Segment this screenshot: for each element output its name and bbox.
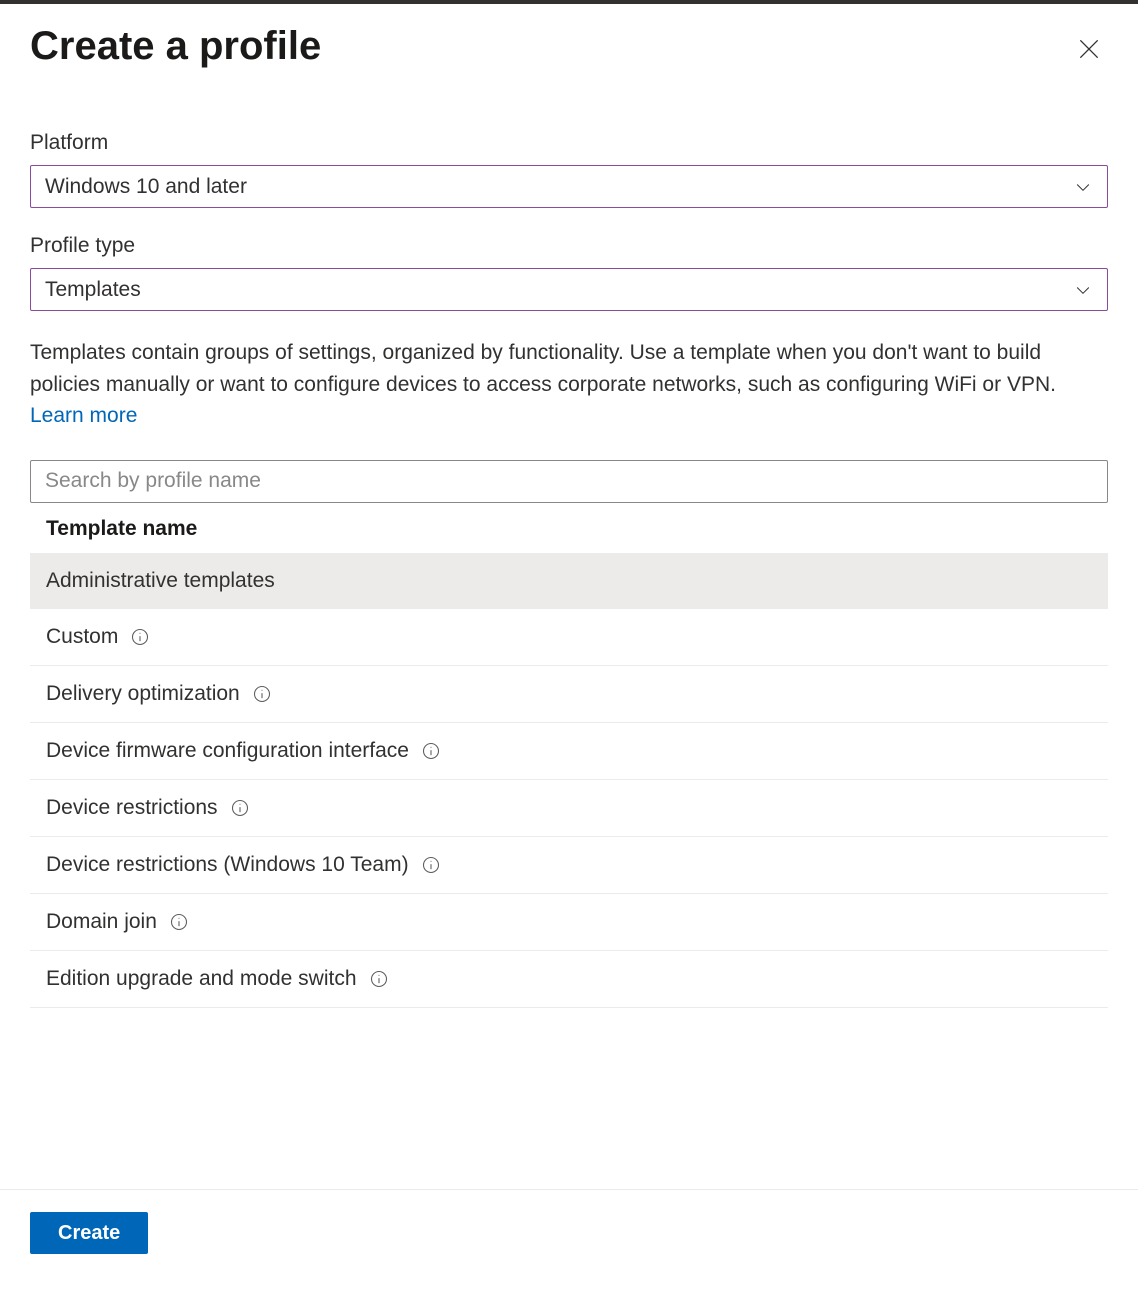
platform-select[interactable]: Windows 10 and later <box>30 165 1108 208</box>
profile-type-description: Templates contain groups of settings, or… <box>30 337 1108 432</box>
template-list: Administrative templates Custom Delivery o… <box>30 553 1108 1008</box>
info-icon[interactable] <box>252 684 272 704</box>
page-body: Create a profile Platform Windows 10 and… <box>0 4 1138 1008</box>
chevron-down-icon <box>1073 280 1093 300</box>
profile-type-select[interactable]: Templates <box>30 268 1108 311</box>
template-row-label: Custom <box>46 625 118 649</box>
template-row[interactable]: Custom <box>30 609 1108 666</box>
template-row-label: Edition upgrade and mode switch <box>46 967 357 991</box>
profile-type-field: Profile type Templates <box>30 234 1108 311</box>
template-row-label: Delivery optimization <box>46 682 240 706</box>
template-table-header: Template name <box>30 503 1108 553</box>
info-icon[interactable] <box>421 855 441 875</box>
info-icon[interactable] <box>130 627 150 647</box>
search-input[interactable] <box>30 460 1108 503</box>
chevron-down-icon <box>1073 177 1093 197</box>
template-row[interactable]: Device restrictions <box>30 780 1108 837</box>
template-row[interactable]: Administrative templates <box>30 553 1108 609</box>
info-icon[interactable] <box>421 741 441 761</box>
template-row-label: Device firmware configuration interface <box>46 739 409 763</box>
profile-type-value: Templates <box>45 278 141 302</box>
template-row[interactable]: Domain join <box>30 894 1108 951</box>
template-row-label: Administrative templates <box>46 569 275 593</box>
template-row-label: Device restrictions (Windows 10 Team) <box>46 853 409 877</box>
platform-value: Windows 10 and later <box>45 175 247 199</box>
template-list-scroll[interactable]: Administrative templates Custom Delivery o… <box>30 553 1108 1008</box>
info-icon[interactable] <box>369 969 389 989</box>
info-icon[interactable] <box>230 798 250 818</box>
template-row[interactable]: Device firmware configuration interface <box>30 723 1108 780</box>
template-row[interactable]: Edition upgrade and mode switch <box>30 951 1108 1008</box>
template-row-label: Domain join <box>46 910 157 934</box>
info-icon[interactable] <box>169 912 189 932</box>
close-button[interactable] <box>1070 30 1108 71</box>
template-row[interactable]: Device restrictions (Windows 10 Team) <box>30 837 1108 894</box>
platform-label: Platform <box>30 131 1108 155</box>
close-icon <box>1076 36 1102 62</box>
profile-type-label: Profile type <box>30 234 1108 258</box>
header-row: Create a profile <box>30 24 1108 71</box>
description-text: Templates contain groups of settings, or… <box>30 341 1056 396</box>
footer-bar: Create <box>0 1189 1138 1292</box>
template-row[interactable]: Delivery optimization <box>30 666 1108 723</box>
template-row-label: Device restrictions <box>46 796 218 820</box>
platform-field: Platform Windows 10 and later <box>30 131 1108 208</box>
create-button[interactable]: Create <box>30 1212 148 1254</box>
page-title: Create a profile <box>30 24 321 68</box>
learn-more-link[interactable]: Learn more <box>30 404 137 427</box>
